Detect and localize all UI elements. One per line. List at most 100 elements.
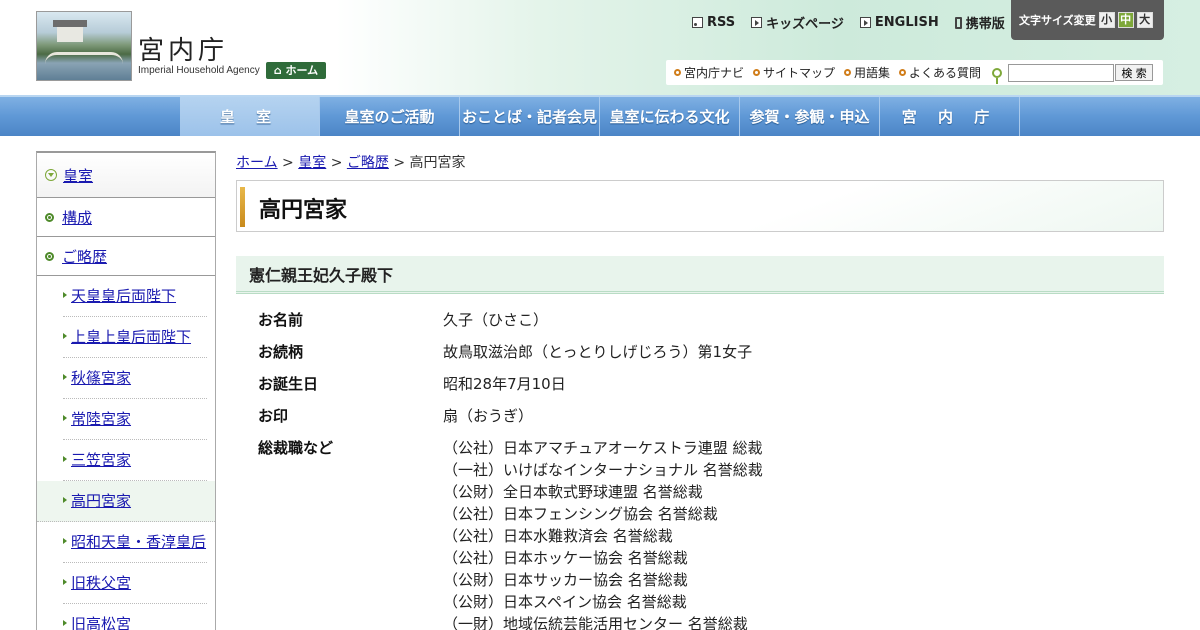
row-value: 久子（ひさこ） bbox=[443, 311, 549, 329]
row-label: お印 bbox=[258, 407, 289, 425]
arrow-right-icon bbox=[63, 497, 67, 503]
logo-title[interactable]: 宮内庁 bbox=[138, 30, 228, 67]
table-row: 総裁職など （公社）日本アマチュアオーケストラ連盟 総裁 （一社）いけばなインタ… bbox=[258, 437, 1158, 630]
mobile-link[interactable]: 携帯版 bbox=[954, 13, 1005, 32]
nav-imperial-family[interactable]: 皇 室 bbox=[180, 97, 320, 136]
rss-link[interactable]: RSS bbox=[692, 13, 735, 32]
list-item: （公財）日本スペイン協会 名誉総裁 bbox=[443, 593, 687, 611]
list-item: （公社）日本フェンシング協会 名誉総裁 bbox=[443, 505, 718, 523]
breadcrumb-separator: > bbox=[282, 155, 294, 171]
sidebar-subitem[interactable]: 旧高松宮 bbox=[63, 604, 207, 630]
sidebar-item-imperial-family[interactable]: 皇室 bbox=[37, 153, 215, 198]
arrow-right-icon bbox=[63, 620, 67, 626]
section-title: 憲仁親王妃久子殿下 bbox=[236, 256, 1164, 294]
list-item: （公社）日本ホッケー協会 名誉総裁 bbox=[443, 549, 688, 567]
list-item: （公社）日本アマチュアオーケストラ連盟 総裁 bbox=[443, 439, 763, 457]
row-label: お続柄 bbox=[258, 343, 304, 361]
sidebar-item-label: 構成 bbox=[62, 208, 93, 227]
sidebar-item-profiles[interactable]: ご略歴 bbox=[37, 237, 215, 276]
search-button[interactable]: 検 索 bbox=[1115, 64, 1154, 81]
list-item: （一財）地域伝統芸能活用センター 名誉総裁 bbox=[443, 615, 748, 630]
kids-link[interactable]: キッズページ bbox=[751, 13, 844, 32]
arrow-right-icon bbox=[63, 374, 67, 380]
page-title-box: 高円宮家 bbox=[236, 180, 1164, 232]
subnav-navi[interactable]: 宮内庁ナビ bbox=[674, 64, 744, 81]
breadcrumb-profiles[interactable]: ご略歴 bbox=[347, 155, 389, 171]
nav-visits[interactable]: 参賀・参観・申込 bbox=[740, 97, 880, 136]
bullet-icon bbox=[674, 69, 681, 76]
sidebar-subitem-label: 旧高松宮 bbox=[71, 615, 132, 630]
nav-activities[interactable]: 皇室のご活動 bbox=[320, 97, 460, 136]
row-label: 総裁職など bbox=[258, 439, 334, 457]
font-size-label: 文字サイズ変更 bbox=[1019, 14, 1096, 27]
sidebar-subitem[interactable]: 天皇皇后両陛下 bbox=[63, 276, 207, 317]
sidebar-subitem[interactable]: 旧秩父宮 bbox=[63, 563, 207, 604]
rss-label: RSS bbox=[707, 15, 736, 30]
sidebar-subitem[interactable]: 三笠宮家 bbox=[63, 440, 207, 481]
english-icon bbox=[859, 17, 871, 28]
subnav-sitemap[interactable]: サイトマップ bbox=[753, 64, 835, 81]
bullet-icon bbox=[899, 69, 907, 76]
sidebar-subitem-label: 天皇皇后両陛下 bbox=[71, 287, 177, 305]
font-size-switcher: 文字サイズ変更 小 中 大 bbox=[1011, 0, 1164, 40]
sidebar-subitem[interactable]: 昭和天皇・香淳皇后 bbox=[63, 522, 207, 563]
font-size-small-button[interactable]: 小 bbox=[1098, 12, 1115, 28]
arrow-right-icon bbox=[63, 456, 67, 462]
search-input[interactable] bbox=[1008, 63, 1115, 82]
breadcrumb-separator: > bbox=[393, 155, 406, 171]
page-title: 高円宮家 bbox=[259, 198, 348, 223]
table-row: お名前 久子（ひさこ） bbox=[258, 309, 1158, 331]
top-links: RSS キッズページ ENGLISH 携帯版 bbox=[692, 13, 1005, 32]
font-size-medium-button[interactable]: 中 bbox=[1117, 12, 1134, 28]
bullet-icon bbox=[45, 212, 54, 222]
breadcrumb-home[interactable]: ホーム bbox=[236, 155, 278, 171]
sidebar-subitem-label: 三笠宮家 bbox=[71, 451, 132, 469]
row-value: 昭和28年7月10日 bbox=[443, 375, 566, 393]
english-link[interactable]: ENGLISH bbox=[859, 13, 939, 32]
search-icon bbox=[992, 67, 1003, 84]
bridge-image bbox=[45, 52, 123, 64]
sidebar: 皇室 構成 ご略歴 天皇皇后両陛下 上皇上皇后両陛下 秋篠宮家 常陸宮家 三笠宮… bbox=[36, 151, 216, 630]
table-row: お続柄 故鳥取滋治郎（とっとりしげじろう）第1女子 bbox=[258, 341, 1158, 363]
sidebar-subitem[interactable]: 常陸宮家 bbox=[63, 399, 207, 440]
breadcrumb-imperial-family[interactable]: 皇室 bbox=[298, 155, 326, 171]
nav-agency[interactable]: 宮 内 庁 bbox=[880, 97, 1020, 136]
home-button[interactable]: ⌂ ホーム bbox=[266, 62, 326, 79]
table-row: お印 扇（おうぎ） bbox=[258, 405, 1158, 427]
sidebar-item-label: 皇室 bbox=[63, 166, 94, 185]
logo-photo[interactable] bbox=[36, 11, 132, 81]
arrow-right-icon bbox=[63, 292, 67, 298]
castle-image bbox=[53, 20, 87, 42]
nav-culture[interactable]: 皇室に伝わる文化 bbox=[600, 97, 740, 136]
sidebar-subitem-active[interactable]: 高円宮家 bbox=[37, 481, 215, 522]
main-navigation: 皇 室 皇室のご活動 おことば・記者会見 皇室に伝わる文化 参賀・参観・申込 宮… bbox=[0, 95, 1200, 136]
bullet-icon bbox=[45, 251, 54, 261]
arrow-right-icon bbox=[63, 415, 67, 421]
bullet-icon bbox=[753, 69, 761, 76]
sidebar-subitem-label: 昭和天皇・香淳皇后 bbox=[71, 533, 207, 551]
sub-navigation: 宮内庁ナビ サイトマップ 用語集 よくある質問 検 索 bbox=[666, 60, 1163, 85]
arrow-right-icon bbox=[63, 579, 67, 585]
subnav-faq[interactable]: よくある質問 bbox=[899, 64, 981, 81]
list-item: （公社）日本水難救済会 名誉総裁 bbox=[443, 527, 673, 545]
site-header: 宮内庁 Imperial Household Agency ⌂ ホーム RSS … bbox=[0, 0, 1200, 95]
sidebar-subitem[interactable]: 上皇上皇后両陛下 bbox=[63, 317, 207, 358]
row-label: お誕生日 bbox=[258, 375, 319, 393]
chevron-down-icon bbox=[45, 169, 57, 181]
bullet-icon bbox=[844, 69, 852, 76]
mobile-label: 携帯版 bbox=[965, 17, 1005, 32]
arrow-right-icon bbox=[63, 333, 67, 339]
nav-addresses[interactable]: おことば・記者会見 bbox=[460, 97, 600, 136]
title-accent-bar bbox=[240, 187, 245, 227]
subnav-glossary[interactable]: 用語集 bbox=[844, 64, 890, 81]
font-size-large-button[interactable]: 大 bbox=[1136, 12, 1153, 28]
breadcrumb-separator: > bbox=[330, 155, 343, 171]
row-label: お名前 bbox=[258, 311, 304, 329]
mobile-icon bbox=[954, 16, 962, 29]
row-value: 扇（おうぎ） bbox=[443, 407, 534, 425]
list-item: （公財）日本サッカー協会 名誉総裁 bbox=[443, 571, 688, 589]
profile-table: お名前 久子（ひさこ） お続柄 故鳥取滋治郎（とっとりしげじろう）第1女子 お誕… bbox=[258, 309, 1158, 630]
arrow-right-icon bbox=[63, 538, 67, 544]
sidebar-subitem[interactable]: 秋篠宮家 bbox=[63, 358, 207, 399]
sidebar-item-composition[interactable]: 構成 bbox=[37, 198, 215, 237]
